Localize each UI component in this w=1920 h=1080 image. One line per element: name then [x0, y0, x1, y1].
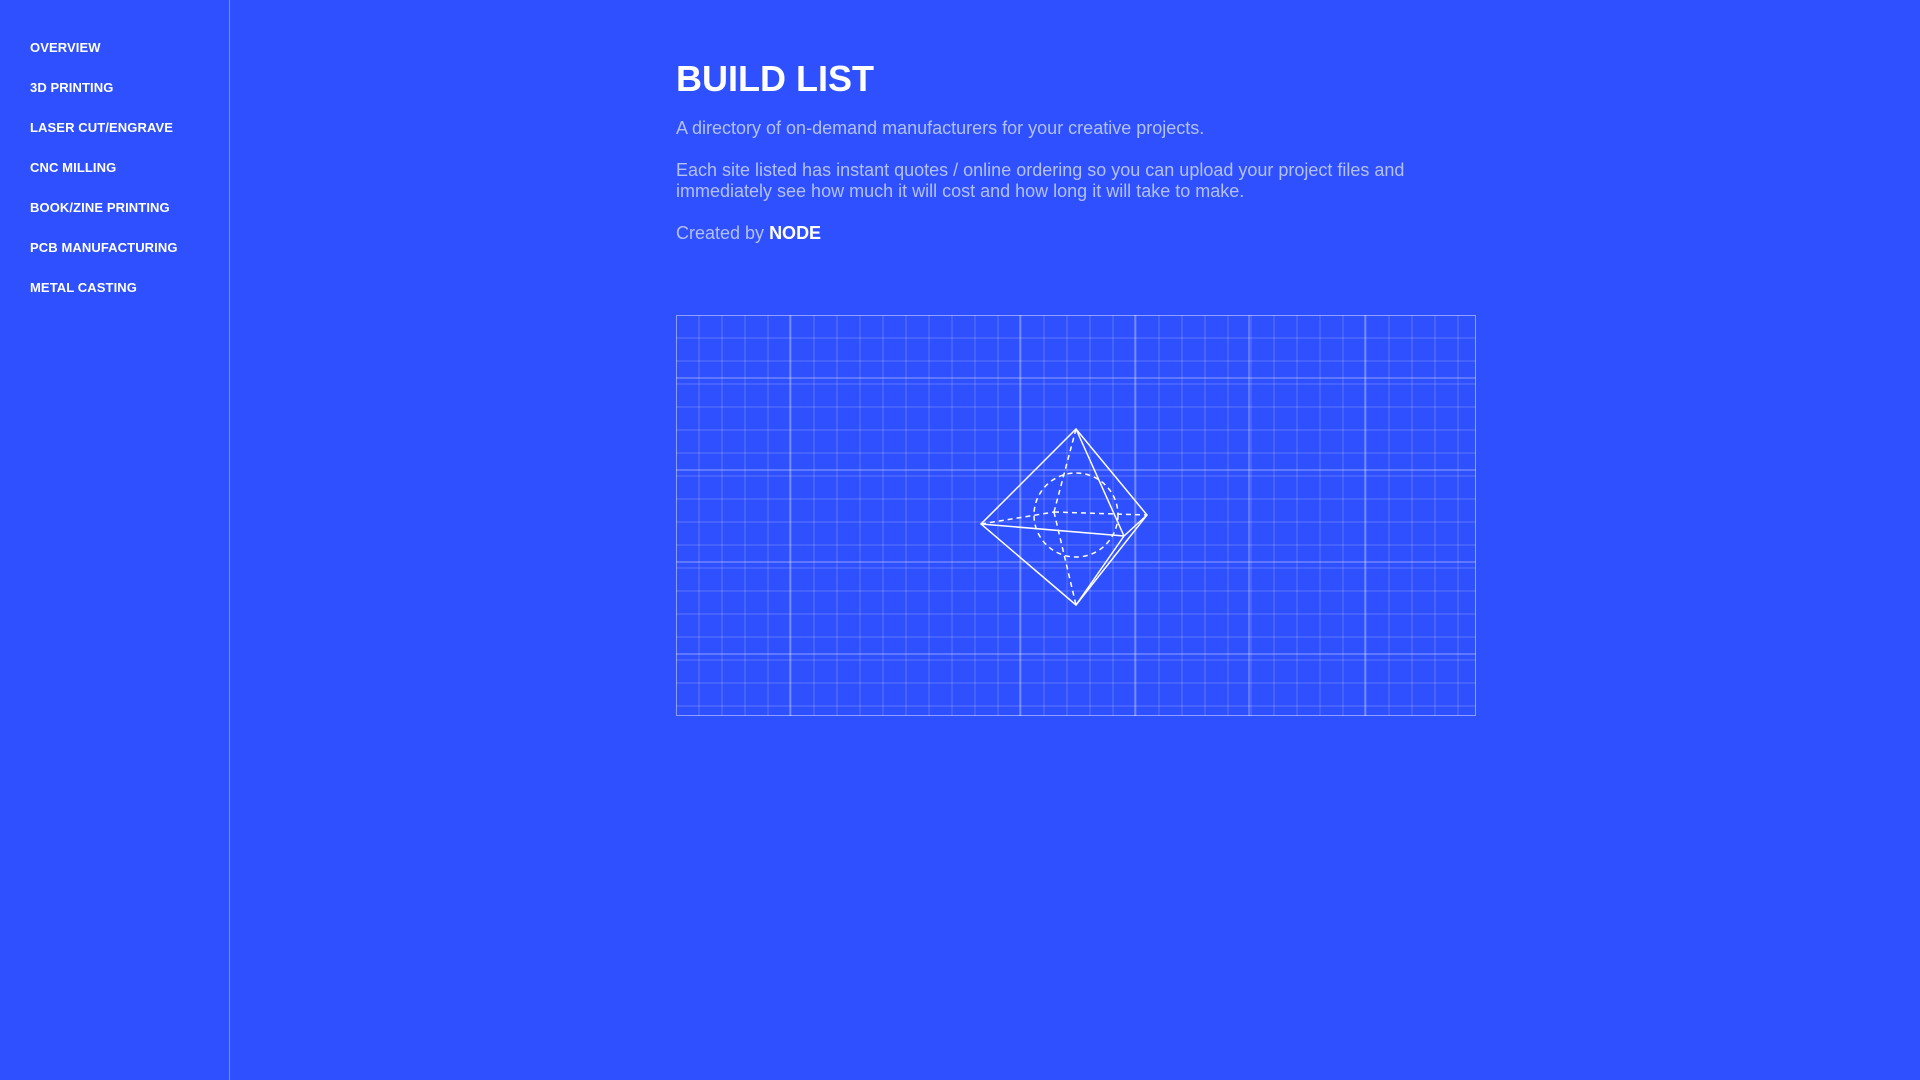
description-text: Each site listed has instant quotes / on… [676, 160, 1405, 201]
blueprint-grid [676, 315, 1476, 716]
credit-prefix: Created by [676, 223, 770, 243]
sidebar-nav: OVERVIEW 3D PRINTING LASER CUT/ENGRAVE C… [0, 0, 230, 1080]
sidebar-item-book-zine-printing[interactable]: BOOK/ZINE PRINTING [30, 200, 170, 215]
sidebar-item-overview[interactable]: OVERVIEW [30, 40, 101, 55]
blueprint-svg [676, 315, 1476, 716]
intro-text: A directory of on-demand manufacturers f… [676, 118, 1205, 138]
sidebar-item-laser-cut-engrave[interactable]: LASER CUT/ENGRAVE [30, 120, 173, 135]
sidebar-item-cnc-milling[interactable]: CNC MILLING [30, 160, 116, 175]
sidebar-item-pcb-manufacturing[interactable]: PCB MANUFACTURING [30, 240, 178, 255]
page-title: BUILD LIST [676, 58, 874, 99]
blueprint-illustration [676, 315, 1476, 716]
credit-line: Created by NODE [676, 223, 1436, 244]
credit-node-link[interactable]: NODE [769, 223, 821, 243]
sidebar-item-3d-printing[interactable]: 3D PRINTING [30, 80, 113, 95]
octahedron-wireframe-icon [979, 427, 1148, 607]
sidebar-item-metal-casting[interactable]: METAL CASTING [30, 280, 137, 295]
